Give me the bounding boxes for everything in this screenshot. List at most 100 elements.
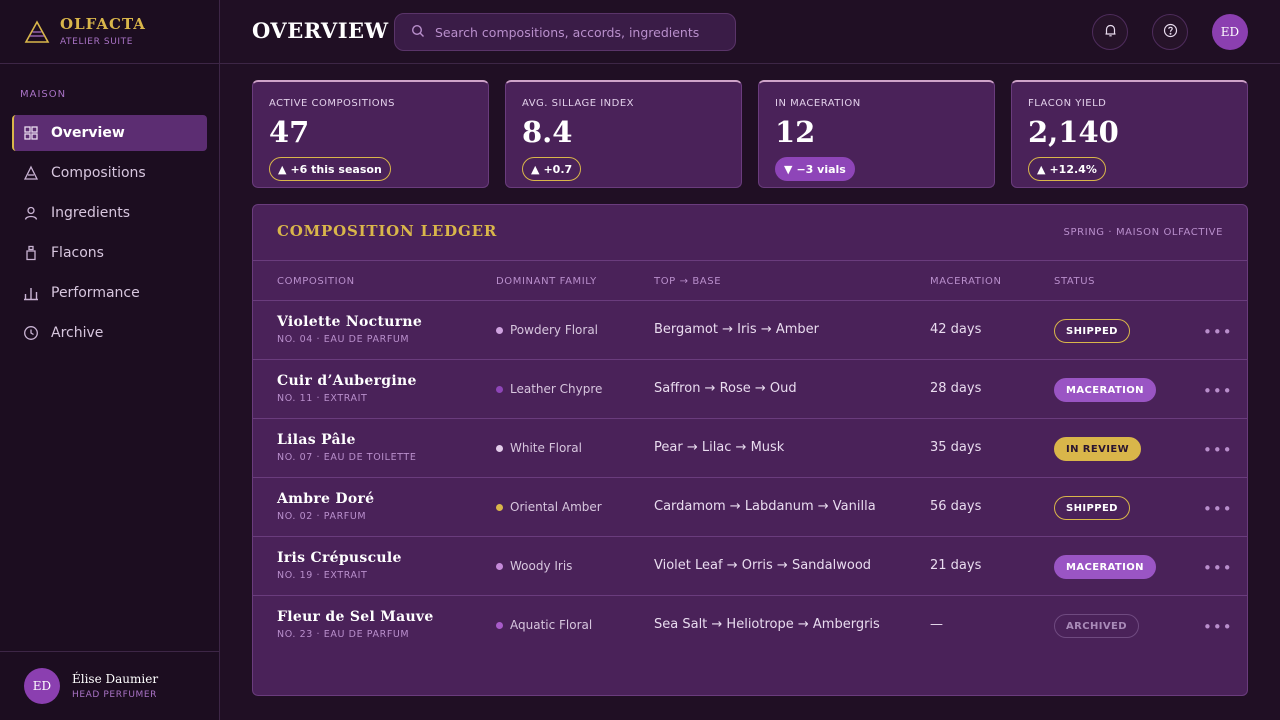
- table-row[interactable]: Ambre Doré NO. 02 · PARFUM Oriental Amber C…: [253, 478, 1247, 537]
- top-bar: OVERVIEW ED: [220, 0, 1280, 64]
- search-bar[interactable]: [394, 13, 736, 51]
- bars-icon: [23, 285, 39, 301]
- table-row[interactable]: Cuir d’Aubergine NO. 11 · EXTRAIT Leather …: [253, 360, 1247, 419]
- note-pyramid: Sea Salt → Heliotrope → Ambergris: [654, 617, 880, 632]
- family-label: Oriental Amber: [510, 500, 602, 514]
- status-badge: IN REVIEW: [1054, 437, 1142, 461]
- bottle-icon: [23, 245, 39, 261]
- family-dot-icon: [496, 562, 503, 570]
- kpi-change: +6 this season: [290, 162, 382, 176]
- maceration-days: —: [930, 617, 943, 632]
- table-row[interactable]: Iris Crépuscule NO. 19 · EXTRAIT Woody Iri…: [253, 537, 1247, 596]
- sidebar-item-overview[interactable]: Overview: [12, 115, 207, 151]
- note-pyramid: Bergamot → Iris → Amber: [654, 322, 819, 337]
- pyramid-logo-icon: [24, 19, 50, 45]
- composition-name[interactable]: Iris Crépuscule: [277, 550, 402, 566]
- ledger-header: COMPOSITION LEDGER SPRING · MAISON OLFAC…: [253, 205, 1247, 261]
- column-header-maceration[interactable]: MACERATION: [930, 276, 1002, 287]
- composition-name[interactable]: Lilas Pâle: [277, 432, 356, 448]
- brand-subtitle: ATELIER SUITE: [60, 37, 134, 47]
- family-dot-icon: [496, 385, 503, 393]
- kpi-change: +12.4%: [1049, 162, 1097, 176]
- search-icon: [411, 23, 425, 42]
- note-pyramid: Saffron → Rose → Oud: [654, 381, 797, 396]
- dominant-family: Powdery Floral: [496, 323, 598, 337]
- kpi-change-chip: ▼ −3 vials: [775, 157, 855, 181]
- more-actions-icon[interactable]: •••: [1203, 382, 1233, 400]
- status-badge: ARCHIVED: [1054, 614, 1139, 638]
- composition-subtitle: NO. 11 · EXTRAIT: [277, 393, 368, 404]
- sidebar-item-archive[interactable]: Archive: [12, 315, 207, 351]
- account-avatar[interactable]: ED: [1212, 14, 1248, 50]
- sidebar-item-compositions[interactable]: Compositions: [12, 155, 207, 191]
- status-badge: SHIPPED: [1054, 496, 1130, 520]
- maceration-days: 28 days: [930, 381, 982, 396]
- dominant-family: Leather Chypre: [496, 382, 602, 396]
- composition-name[interactable]: Cuir d’Aubergine: [277, 373, 417, 389]
- table-row[interactable]: Violette Nocturne NO. 04 · EAU DE PARFUM P…: [253, 301, 1247, 360]
- kpi-label: FLACON YIELD: [1028, 98, 1107, 109]
- kpi-value: 2,140: [1028, 115, 1119, 149]
- column-header-family[interactable]: DOMINANT FAMILY: [496, 276, 597, 287]
- sidebar-item-label: Overview: [51, 125, 125, 141]
- sidebar-item-performance[interactable]: Performance: [12, 275, 207, 311]
- brand-name: OLFACTA: [60, 15, 146, 33]
- kpi-value: 8.4: [522, 115, 573, 149]
- family-label: Leather Chypre: [510, 382, 603, 396]
- table-header: COMPOSITION DOMINANT FAMILY TOP → BASE M…: [253, 261, 1247, 301]
- notifications-button[interactable]: [1092, 14, 1128, 50]
- bell-icon: [1103, 23, 1118, 42]
- table-row[interactable]: Lilas Pâle NO. 07 · EAU DE TOILETTE White …: [253, 419, 1247, 478]
- sidebar-item-flacons[interactable]: Flacons: [12, 235, 207, 271]
- triangle-icon: [23, 165, 39, 181]
- nav-section-label: MAISON: [20, 89, 67, 100]
- note-pyramid: Pear → Lilac → Musk: [654, 440, 785, 455]
- grid-icon: [23, 125, 39, 141]
- family-label: Aquatic Floral: [510, 618, 593, 632]
- maceration-days: 42 days: [930, 322, 982, 337]
- arrow-up-icon: ▲: [278, 162, 287, 176]
- family-dot-icon: [496, 326, 503, 334]
- column-header-composition[interactable]: COMPOSITION: [277, 276, 355, 287]
- brand[interactable]: OLFACTA ATELIER SUITE: [0, 0, 219, 64]
- status-badge: MACERATION: [1054, 555, 1156, 579]
- composition-name[interactable]: Fleur de Sel Mauve: [277, 609, 434, 625]
- sidebar-item-label: Ingredients: [51, 205, 130, 221]
- kpi-card-flacon-yield: FLACON YIELD 2,140 ▲ +12.4%: [1011, 80, 1248, 188]
- more-actions-icon[interactable]: •••: [1203, 441, 1233, 459]
- kpi-value: 47: [269, 115, 310, 149]
- note-pyramid: Cardamom → Labdanum → Vanilla: [654, 499, 876, 514]
- composition-subtitle: NO. 02 · PARFUM: [277, 511, 367, 522]
- sidebar-item-label: Compositions: [51, 165, 146, 181]
- sidebar-item-ingredients[interactable]: Ingredients: [12, 195, 207, 231]
- family-label: Powdery Floral: [510, 323, 599, 337]
- family-dot-icon: [496, 503, 503, 511]
- note-pyramid: Violet Leaf → Orris → Sandalwood: [654, 558, 872, 573]
- more-actions-icon[interactable]: •••: [1203, 618, 1233, 636]
- family-label: White Floral: [510, 441, 582, 455]
- table-row[interactable]: Fleur de Sel Mauve NO. 23 · EAU DE PARFUM…: [253, 596, 1247, 655]
- composition-name[interactable]: Violette Nocturne: [277, 314, 422, 330]
- help-button[interactable]: [1152, 14, 1188, 50]
- family-label: Woody Iris: [510, 559, 573, 573]
- dominant-family: Aquatic Floral: [496, 618, 592, 632]
- more-actions-icon[interactable]: •••: [1203, 559, 1233, 577]
- kpi-label: ACTIVE COMPOSITIONS: [269, 98, 395, 109]
- column-header-notes[interactable]: TOP → BASE: [654, 276, 721, 287]
- more-actions-icon[interactable]: •••: [1203, 500, 1233, 518]
- kpi-change: +0.7: [543, 162, 573, 176]
- sidebar-nav: Overview Compositions Ingredients Flacon…: [0, 115, 219, 351]
- more-actions-icon[interactable]: •••: [1203, 323, 1233, 341]
- family-dot-icon: [496, 444, 503, 452]
- composition-ledger: COMPOSITION LEDGER SPRING · MAISON OLFAC…: [252, 204, 1248, 696]
- user-profile[interactable]: ED Élise Daumier HEAD PERFUMER: [0, 651, 219, 720]
- column-header-status[interactable]: STATUS: [1054, 276, 1095, 287]
- dominant-family: White Floral: [496, 441, 582, 455]
- kpi-card-in-maceration: IN MACERATION 12 ▼ −3 vials: [758, 80, 995, 188]
- composition-name[interactable]: Ambre Doré: [277, 491, 374, 507]
- table-body: Violette Nocturne NO. 04 · EAU DE PARFUM P…: [253, 301, 1247, 655]
- dominant-family: Woody Iris: [496, 559, 572, 573]
- search-input[interactable]: [435, 24, 725, 40]
- kpi-card-active-compositions: ACTIVE COMPOSITIONS 47 ▲ +6 this season: [252, 80, 489, 188]
- user-role: HEAD PERFUMER: [72, 690, 158, 700]
